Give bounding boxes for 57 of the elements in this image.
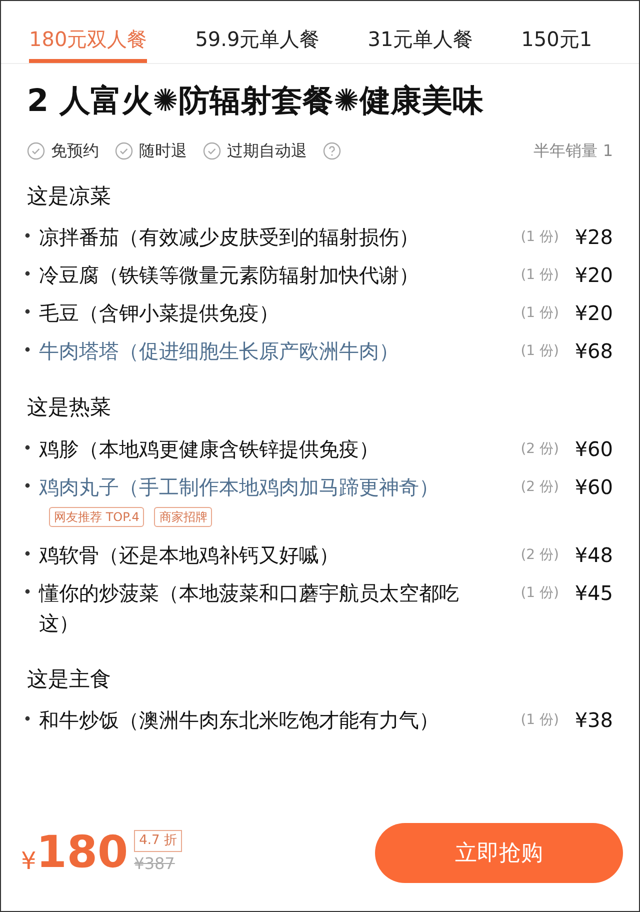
bullet-icon [25,347,30,352]
quantity: (1 份) [520,267,559,283]
dish-name: 鸡肉丸子（手工制作本地鸡肉加马蹄更神奇） [39,474,439,498]
discount-tag: 4.7 折 [134,830,182,852]
bullet-icon [25,482,30,488]
bullet-icon [25,588,30,594]
dish-name: 凉拌番茄（有效减少皮肤受到的辐射损伤） [39,225,419,249]
currency-symbol: ¥ [21,846,36,877]
dish-name: 毛豆（含钾小菜提供免疫） [39,301,279,325]
dish-name: 冷豆腐（铁镁等微量元素防辐射加快代谢） [39,263,419,287]
section-heading: 这是凉菜 [27,182,112,210]
deal-title: 2 人富火✺防辐射套餐✺健康美味 [27,82,484,121]
dish-price: ¥60 [574,474,613,498]
dish-name: 鸡胗（本地鸡更健康含铁锌提供免疫） [39,436,379,460]
dish-name: 鸡软骨（还是本地鸡补钙又好嘁） [39,542,339,566]
dish-name: 牛肉塔塔（促进细胞生长原产欧洲牛肉） [39,339,399,363]
quantity: (1 份) [520,305,559,321]
check-icon [27,142,45,160]
dish-price: ¥48 [574,542,613,566]
quantity: (2 份) [520,440,559,456]
quantity: (2 份) [520,546,559,562]
bullet-icon [25,444,30,450]
section-heading: 这是主食 [27,666,112,692]
quantity: (1 份) [520,343,559,359]
feature-label: 过期自动退 [227,140,307,162]
dish-price: ¥20 [574,263,613,287]
quantity: (1 份) [520,229,559,245]
dish-price: ¥38 [574,708,613,732]
quantity: (1 份) [520,584,559,600]
check-icon [115,142,133,160]
help-icon[interactable] [323,142,341,160]
check-icon [203,142,221,160]
bullet-icon [25,550,30,556]
dish-price: ¥68 [574,339,613,363]
dish-name: 和牛炒饭（澳洲牛肉东北米吃饱才能有力气） [39,708,439,732]
dish-price: ¥20 [574,301,613,325]
dish-price: ¥28 [574,225,613,249]
bullet-icon [25,716,30,721]
bullet-icon [25,309,30,314]
deal-price: 180 [36,831,128,875]
feature-label: 随时退 [139,140,187,162]
quantity: (2 份) [520,478,559,494]
tab[interactable]: 150元1 [521,1,592,63]
bullet-icon [25,271,30,276]
tag: 商家招牌 [154,506,212,526]
quantity: (1 份) [520,712,559,728]
section-heading: 这是热菜 [27,394,112,421]
dish-name: 懂你的炒菠菜（本地菠菜和口蘑宇航员太空都吃这） [39,580,459,634]
sales-count: 半年销量 1 [534,140,613,162]
feature-label: 免预约 [51,140,99,162]
tab[interactable]: 31元单人餐 [368,1,474,63]
original-price: ¥387 [134,852,176,875]
bullet-icon [25,233,30,238]
tag: 网友推荐 TOP.4 [49,506,144,526]
dish-price: ¥60 [574,436,613,460]
tab[interactable]: 59.9元单人餐 [195,1,320,63]
dish-price: ¥45 [574,580,613,604]
